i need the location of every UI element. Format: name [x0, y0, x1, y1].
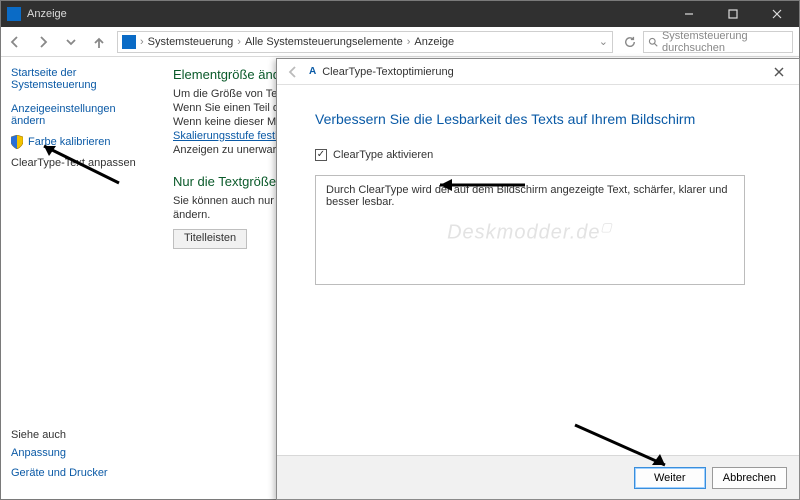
wizard-title: ClearType-Textoptimierung [322, 66, 453, 78]
wizard-footer: Weiter Abbrechen [277, 455, 799, 499]
cancel-button[interactable]: Abbrechen [712, 467, 787, 489]
wizard-close-button[interactable] [759, 59, 799, 85]
scaling-link[interactable]: Skalierungsstufe festl [173, 130, 278, 142]
see-also-header: Siehe auch [11, 429, 161, 441]
sidebar-item-label: Farbe kalibrieren [28, 136, 111, 148]
sidebar-home-link[interactable]: Startseite der Systemsteuerung [11, 67, 151, 91]
cleartype-wizard: A ClearType-Textoptimierung Verbessern S… [276, 58, 800, 500]
refresh-button[interactable] [617, 36, 643, 48]
see-also-personalization[interactable]: Anpassung [11, 447, 161, 459]
breadcrumb-root[interactable]: Systemsteuerung [148, 36, 234, 48]
forward-button[interactable] [29, 28, 57, 56]
chevron-down-icon[interactable]: ⌄ [599, 35, 608, 48]
see-also-devices[interactable]: Geräte und Drucker [11, 467, 161, 479]
breadcrumb-mid[interactable]: Alle Systemsteuerungselemente [245, 36, 403, 48]
chevron-right-icon: › [407, 36, 411, 48]
see-also-label: Geräte und Drucker [11, 467, 108, 479]
next-button[interactable]: Weiter [634, 467, 706, 489]
back-icon[interactable] [281, 60, 305, 84]
minimize-button[interactable] [667, 1, 711, 27]
address-bar[interactable]: › Systemsteuerung › Alle Systemsteuerung… [117, 31, 613, 53]
app-icon [7, 7, 21, 21]
sidebar-item-cleartype[interactable]: ClearType-Text anpassen [11, 157, 151, 169]
wizard-heading: Verbessern Sie die Lesbarkeit des Texts … [315, 111, 761, 127]
cleartype-logo-icon: A [309, 66, 316, 77]
recent-dropdown-icon[interactable] [57, 28, 85, 56]
titlebar: Anzeige [1, 1, 799, 27]
search-placeholder: Systemsteuerung durchsuchen [662, 30, 788, 54]
up-button[interactable] [85, 28, 113, 56]
watermark: Deskmodder.de▢ [316, 220, 744, 245]
see-also-label: Anpassung [11, 447, 66, 459]
chevron-right-icon: › [237, 36, 241, 48]
checkbox-icon: ✓ [315, 149, 327, 161]
search-input[interactable]: Systemsteuerung durchsuchen [643, 31, 793, 53]
sidebar: Startseite der Systemsteuerung Anzeigeei… [1, 57, 161, 499]
shield-icon [11, 135, 23, 149]
breadcrumb-leaf[interactable]: Anzeige [414, 36, 454, 48]
search-icon [648, 36, 658, 48]
close-button[interactable] [755, 1, 799, 27]
sidebar-item-display-settings[interactable]: Anzeigeeinstellungen ändern [11, 103, 151, 127]
sidebar-item-label: Anzeigeeinstellungen ändern [11, 103, 151, 127]
wizard-titlebar: A ClearType-Textoptimierung [277, 59, 799, 85]
chevron-right-icon: › [140, 36, 144, 48]
description-box: Durch ClearType wird der auf dem Bildsch… [315, 175, 745, 285]
checkbox-label: ClearType aktivieren [333, 149, 433, 161]
maximize-button[interactable] [711, 1, 755, 27]
window-title: Anzeige [27, 8, 67, 20]
toolbar: › Systemsteuerung › Alle Systemsteuerung… [1, 27, 799, 57]
control-panel-icon [122, 35, 136, 49]
description-text: Durch ClearType wird der auf dem Bildsch… [326, 184, 727, 208]
cleartype-checkbox[interactable]: ✓ ClearType aktivieren [315, 149, 761, 161]
sidebar-item-calibrate-color[interactable]: Farbe kalibrieren [11, 135, 151, 149]
back-button[interactable] [1, 28, 29, 56]
titlebars-dropdown[interactable]: Titelleisten [173, 229, 247, 249]
